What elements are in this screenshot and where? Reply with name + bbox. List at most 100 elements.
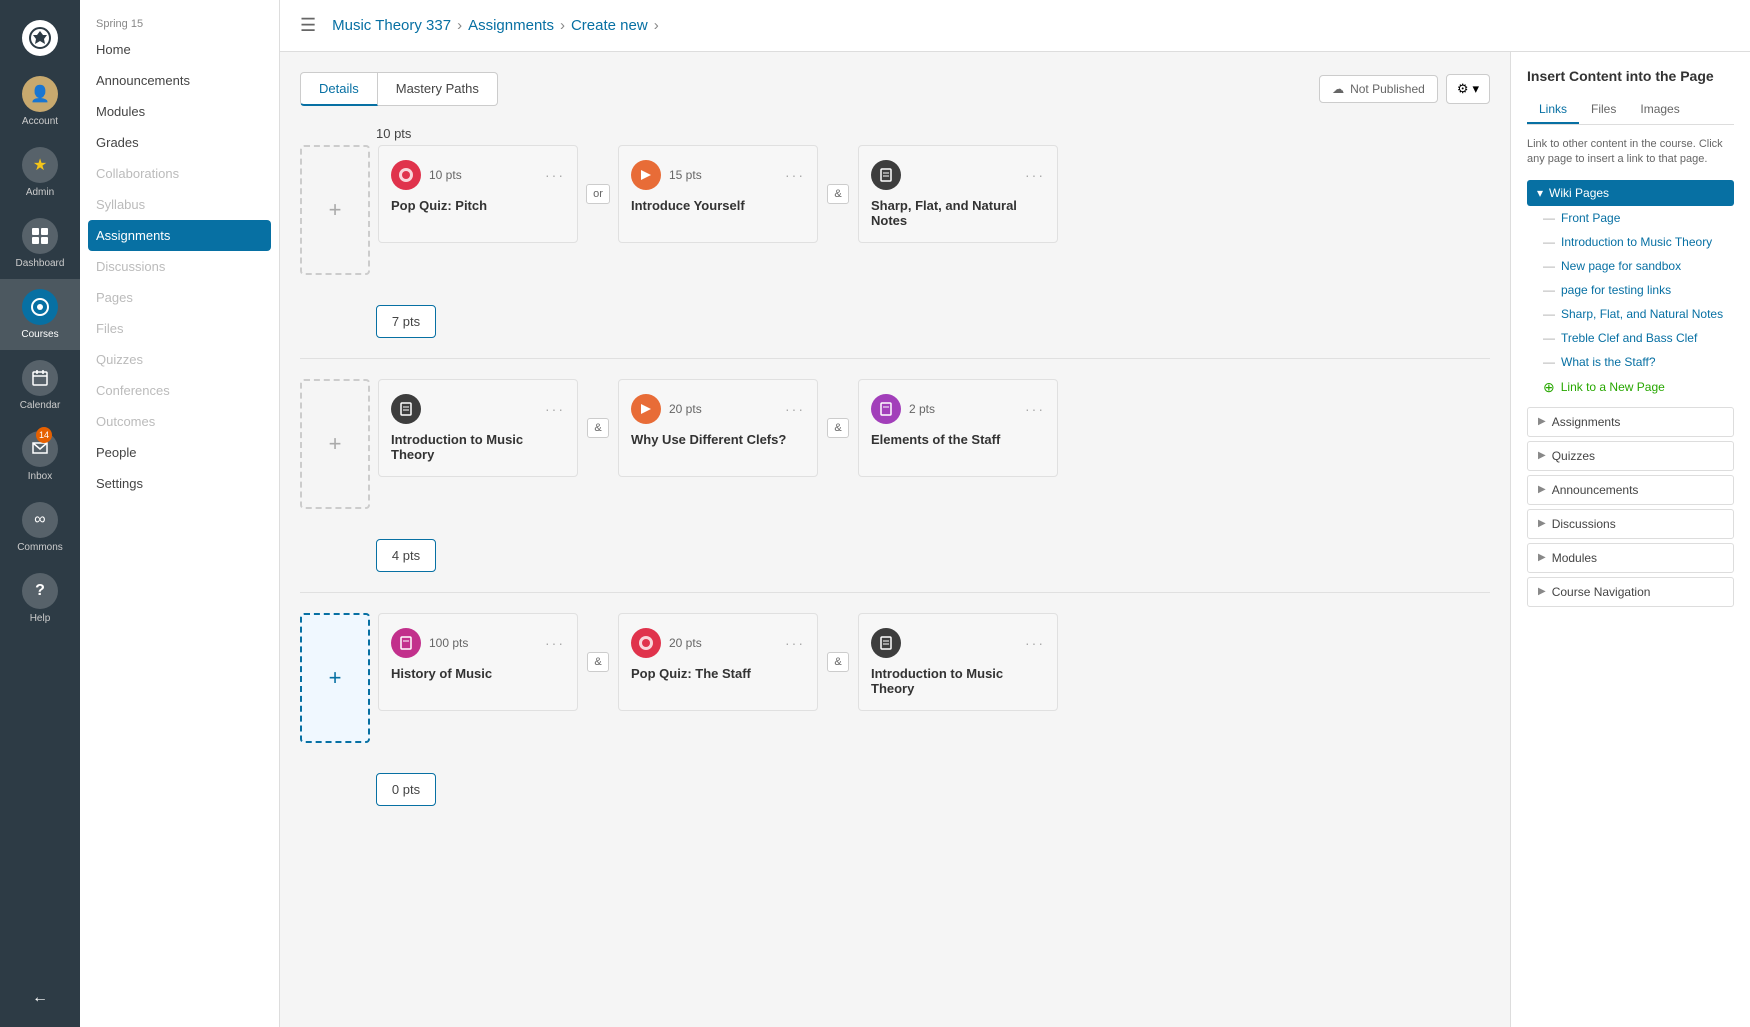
rp-course-navigation-header[interactable]: ▶ Course Navigation: [1528, 578, 1733, 606]
card-title-row2-3: Elements of the Staff: [871, 432, 1045, 447]
wiki-page-staff[interactable]: — What is the Staff?: [1527, 350, 1734, 374]
card-menu-row1-3[interactable]: ···: [1025, 167, 1045, 183]
wiki-page-treble[interactable]: — Treble Clef and Bass Clef: [1527, 326, 1734, 350]
card-title-row3-1: History of Music: [391, 666, 565, 681]
wiki-page-testing[interactable]: — page for testing links: [1527, 278, 1734, 302]
nav-modules[interactable]: Modules: [80, 96, 279, 127]
tab-details[interactable]: Details: [300, 72, 378, 106]
nav-grades[interactable]: Grades: [80, 127, 279, 158]
rp-announcements-header[interactable]: ▶ Announcements: [1528, 476, 1733, 504]
connector-badge-row1-2: &: [827, 184, 848, 204]
card-header-row3-3: ···: [871, 628, 1045, 658]
rp-description: Link to other content in the course. Cli…: [1527, 137, 1734, 168]
tabs-row: Details Mastery Paths ☁ Not Published ⚙ …: [300, 72, 1490, 106]
card-row2-2: 20 pts ··· Why Use Different Clefs?: [618, 379, 818, 477]
rp-course-navigation: ▶ Course Navigation: [1527, 577, 1734, 607]
sidebar-commons-label: Commons: [17, 542, 63, 553]
assignments-label: Assignments: [1552, 415, 1621, 429]
hamburger-menu[interactable]: ☰: [300, 15, 316, 36]
sidebar-item-inbox[interactable]: 14 Inbox: [0, 421, 80, 492]
announcements-chevron: ▶: [1538, 484, 1546, 495]
card-pts-row3-2: 20 pts: [669, 636, 702, 650]
settings-button[interactable]: ⚙ ▾: [1446, 74, 1490, 104]
rp-modules: ▶ Modules: [1527, 543, 1734, 573]
wiki-page-sharp[interactable]: — Sharp, Flat, and Natural Notes: [1527, 302, 1734, 326]
wiki-pages-label: Wiki Pages: [1549, 186, 1609, 200]
sidebar-calendar-label: Calendar: [20, 400, 61, 411]
wiki-page-sandbox[interactable]: — New page for sandbox: [1527, 254, 1734, 278]
nav-settings[interactable]: Settings: [80, 468, 279, 499]
breadcrumb-assignments[interactable]: Assignments: [468, 17, 554, 34]
nav-announcements[interactable]: Announcements: [80, 65, 279, 96]
card-row2-3: 2 pts ··· Elements of the Staff: [858, 379, 1058, 477]
rp-tab-images[interactable]: Images: [1628, 96, 1691, 124]
settings-dropdown-icon: ▾: [1472, 81, 1479, 97]
card-icon-row3-3: [871, 628, 901, 658]
sidebar-item-dashboard[interactable]: Dashboard: [0, 208, 80, 279]
card-icon-row2-1: [391, 394, 421, 424]
add-button-row3[interactable]: +: [300, 613, 370, 743]
rp-assignments-header[interactable]: ▶ Assignments: [1528, 408, 1733, 436]
sidebar-collapse-button[interactable]: ←: [27, 979, 53, 1017]
wiki-page-intro[interactable]: — Introduction to Music Theory: [1527, 230, 1734, 254]
nav-assignments[interactable]: Assignments: [88, 220, 271, 251]
sidebar-courses-label: Courses: [21, 329, 58, 340]
connector-badge-row2-1: &: [587, 418, 608, 438]
tab-mastery-paths[interactable]: Mastery Paths: [378, 72, 498, 106]
sidebar-item-courses[interactable]: Courses: [0, 279, 80, 350]
right-panel: Insert Content into the Page Links Files…: [1510, 52, 1750, 1027]
card-menu-row2-1[interactable]: ···: [545, 401, 565, 417]
card-menu-row3-1[interactable]: ···: [545, 635, 565, 651]
tab-actions: ☁ Not Published ⚙ ▾: [1319, 74, 1490, 104]
link-to-new-page[interactable]: ⊕ Link to a New Page: [1527, 374, 1734, 401]
sidebar-account-label: Account: [22, 116, 58, 127]
card-menu-row1-2[interactable]: ···: [785, 167, 805, 183]
card-menu-row1-1[interactable]: ···: [545, 167, 565, 183]
breadcrumb-create-new[interactable]: Create new: [571, 17, 648, 34]
add-button-row2[interactable]: +: [300, 379, 370, 509]
rp-tab-files[interactable]: Files: [1579, 96, 1628, 124]
discussions-label: Discussions: [1552, 517, 1616, 531]
sidebar-inbox-label: Inbox: [28, 471, 52, 482]
card-header-row3-1: 100 pts ···: [391, 628, 565, 658]
row1-top-pts: 10 pts: [376, 126, 411, 141]
connector-row2-2: &: [818, 379, 858, 477]
nav-home[interactable]: Home: [80, 34, 279, 65]
divider-2: [300, 592, 1490, 593]
card-pts-row2-3: 2 pts: [909, 402, 935, 416]
row3-bottom-pts-box[interactable]: 0 pts: [376, 773, 436, 806]
gear-icon: ⚙: [1457, 81, 1469, 97]
wiki-pages-header[interactable]: ▾ Wiki Pages: [1527, 180, 1734, 206]
sidebar-item-admin[interactable]: ★ Admin: [0, 137, 80, 208]
card-title-row2-1: Introduction to Music Theory: [391, 432, 565, 462]
sidebar-item-calendar[interactable]: Calendar: [0, 350, 80, 421]
card-header-row3-2: 20 pts ···: [631, 628, 805, 658]
wiki-page-front-page[interactable]: — Front Page: [1527, 206, 1734, 230]
cards-group-row2: ··· Introduction to Music Theory &: [378, 379, 1490, 477]
add-button-row1[interactable]: +: [300, 145, 370, 275]
rp-discussions-header[interactable]: ▶ Discussions: [1528, 510, 1733, 538]
card-header-row1-2: 15 pts ···: [631, 160, 805, 190]
rp-modules-header[interactable]: ▶ Modules: [1528, 544, 1733, 572]
sidebar-item-commons[interactable]: ∞ Commons: [0, 492, 80, 563]
card-menu-row3-2[interactable]: ···: [785, 635, 805, 651]
publish-button[interactable]: ☁ Not Published: [1319, 75, 1438, 103]
sidebar-item-account[interactable]: 👤 Account: [0, 66, 80, 137]
row2-bottom-pts-box[interactable]: 4 pts: [376, 539, 436, 572]
card-row3-1: 100 pts ··· History of Music: [378, 613, 578, 711]
nav-discussions: Discussions: [80, 251, 279, 282]
breadcrumb-course[interactable]: Music Theory 337: [332, 17, 451, 34]
card-menu-row2-2[interactable]: ···: [785, 401, 805, 417]
breadcrumb-sep-1: ›: [457, 17, 462, 34]
card-menu-row3-3[interactable]: ···: [1025, 635, 1045, 651]
rp-quizzes-header[interactable]: ▶ Quizzes: [1528, 442, 1733, 470]
row1-bottom-pts-box[interactable]: 7 pts: [376, 305, 436, 338]
sidebar-logo[interactable]: [0, 10, 80, 66]
sidebar-item-help[interactable]: ? Help: [0, 563, 80, 634]
nav-people[interactable]: People: [80, 437, 279, 468]
rp-tab-links[interactable]: Links: [1527, 96, 1579, 124]
card-icon-pts-row3-2: 20 pts: [631, 628, 702, 658]
card-menu-row2-3[interactable]: ···: [1025, 401, 1045, 417]
rp-assignments: ▶ Assignments: [1527, 407, 1734, 437]
card-icon-row1-3: [871, 160, 901, 190]
